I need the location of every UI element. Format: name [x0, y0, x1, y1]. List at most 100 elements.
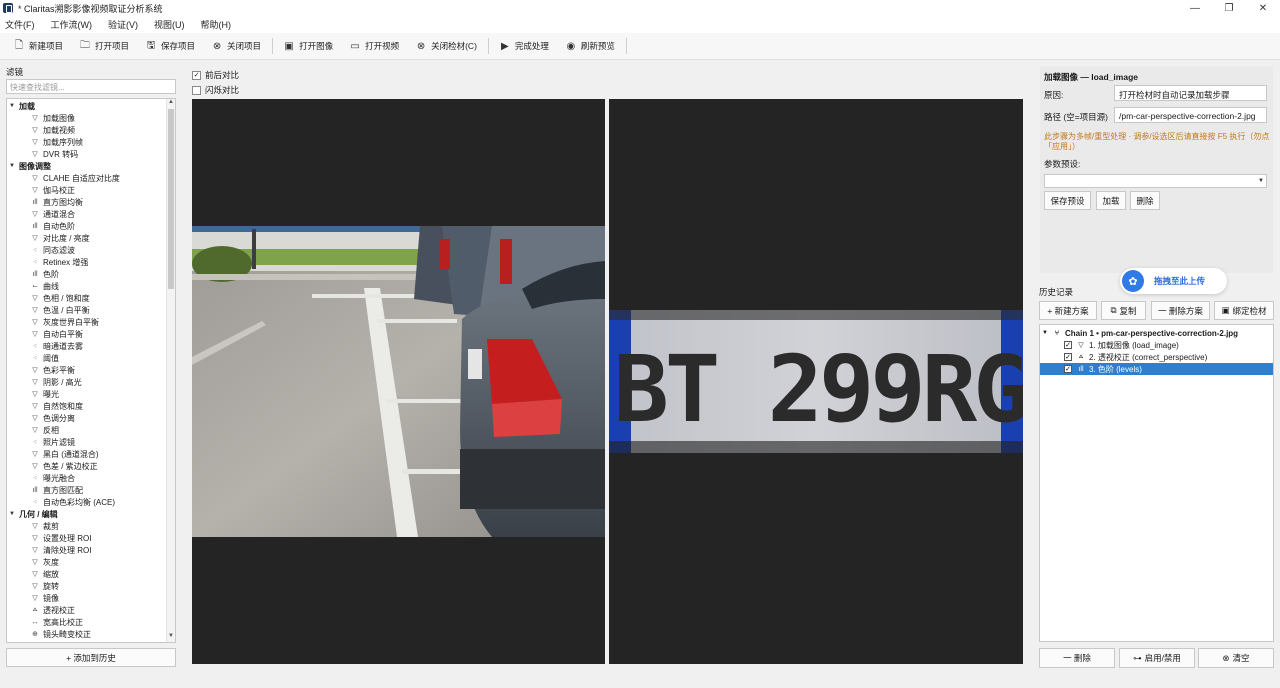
flash-compare-checkbox[interactable]: 闪烁对比	[192, 84, 239, 96]
filter-item[interactable]: ▽ 加载图像	[29, 112, 75, 124]
chevron-down-icon[interactable]: ▼	[1256, 175, 1266, 187]
filter-item[interactable]: ⌙ 曲线	[29, 280, 59, 292]
load-preset-button[interactable]: 加载	[1096, 191, 1126, 210]
expand-arrow-icon[interactable]: ▼	[1042, 330, 1052, 336]
open-video-button[interactable]: ▭ 打开视频	[344, 36, 404, 56]
filter-item[interactable]: ▽ 镜像	[29, 592, 59, 604]
expand-arrow-icon[interactable]: ▼	[9, 163, 19, 169]
history-step-row[interactable]: ✓ ▽ 1. 加载图像 (load_image)	[1040, 339, 1273, 351]
expand-arrow-icon[interactable]: ▼	[9, 511, 19, 517]
filter-item[interactable]: ▽ 曝光	[29, 388, 59, 400]
upload-drop-target[interactable]: ✿ 拖拽至此上传	[1120, 268, 1227, 294]
refresh-preview-button[interactable]: ◉ 刷新预览	[560, 36, 620, 56]
filter-item[interactable]: ▽ 自然饱和度	[29, 400, 83, 412]
open-image-button[interactable]: ▣ 打开图像	[278, 36, 338, 56]
filter-item[interactable]: ⁖ 同态滤波	[29, 244, 75, 256]
close-material-button[interactable]: ⊗ 关闭检材(C)	[410, 36, 482, 56]
filter-category[interactable]: ▼ 几何 / 编辑	[9, 508, 58, 520]
checkbox-checked-icon[interactable]: ✓	[1064, 365, 1072, 373]
filter-item[interactable]: ▽ 加载视频	[29, 124, 75, 136]
menu-workflow[interactable]: 工作流(W)	[51, 18, 93, 31]
checkbox-checked-icon[interactable]: ✓	[1064, 353, 1072, 361]
filter-item[interactable]: ▽ 反相	[29, 424, 59, 436]
save-project-button[interactable]: 🖫 保存项目	[140, 36, 200, 56]
filter-item[interactable]: ↔ 宽高比校正	[29, 616, 84, 628]
filter-item[interactable]: ▽ 对比度 / 亮度	[29, 232, 89, 244]
save-preset-button[interactable]: 保存预设	[1044, 191, 1091, 210]
history-step-row[interactable]: ✓ ⩟ 2. 透视校正 (correct_perspective)	[1040, 351, 1273, 363]
filter-item[interactable]: ▽ 色调分离	[29, 412, 75, 424]
new-project-button[interactable]: 🗋 新建项目	[8, 36, 68, 56]
preset-select[interactable]: ▼	[1044, 174, 1267, 188]
filter-item[interactable]: ▽ 灰度	[29, 556, 59, 568]
filter-item[interactable]: ⊕鱼眼校正	[29, 640, 75, 643]
history-step-row-selected[interactable]: ✓ ıll 3. 色阶 (levels)	[1040, 363, 1273, 375]
filter-item[interactable]: ⩟ 透视校正	[29, 604, 75, 616]
menu-verify[interactable]: 验证(V)	[108, 18, 138, 31]
expand-arrow-icon[interactable]: ▼	[9, 103, 19, 109]
filter-item[interactable]: ▽ 旋转	[29, 580, 59, 592]
before-image-viewer[interactable]	[192, 99, 605, 664]
filter-item[interactable]: ⁖ 阈值	[29, 352, 59, 364]
filter-item[interactable]: ▽ 色差 / 紫边校正	[29, 460, 97, 472]
filter-category[interactable]: ▼ 加载	[9, 100, 35, 112]
after-image-viewer[interactable]: BT 299RG	[609, 99, 1023, 664]
delete-preset-button[interactable]: 删除	[1130, 191, 1160, 210]
filter-item[interactable]: ⁖ 曝光融合	[29, 472, 75, 484]
close-window-button[interactable]: ✕	[1246, 0, 1280, 16]
filter-item[interactable]: ⁖ Retinex 增强	[29, 256, 88, 268]
checkbox-unchecked-icon[interactable]	[192, 85, 201, 95]
filter-item[interactable]: ▽ 色相 / 饱和度	[29, 292, 89, 304]
scrollbar-thumb[interactable]	[168, 109, 174, 289]
filter-item[interactable]: ▽ 阴影 / 高光	[29, 376, 81, 388]
compare-checkbox[interactable]: ✓ 前后对比	[192, 69, 239, 81]
checkbox-checked-icon[interactable]: ✓	[1064, 341, 1072, 349]
filter-item[interactable]: ▽ 色温 / 白平衡	[29, 304, 89, 316]
filter-tree-scrollbar[interactable]: ▲ ▼	[166, 99, 175, 642]
menu-view[interactable]: 视图(U)	[154, 18, 185, 31]
toggle-step-button[interactable]: ⊶ 启用/禁用	[1119, 648, 1195, 668]
copy-button[interactable]: ⧉ 复制	[1101, 301, 1146, 320]
filter-item[interactable]: ıll 自动色阶	[29, 220, 75, 232]
clear-history-button[interactable]: ⊗ 清空	[1198, 648, 1274, 668]
delete-step-button[interactable]: 一 删除	[1039, 648, 1115, 668]
filter-item[interactable]: ⁖ 暗通道去雾	[29, 340, 83, 352]
close-project-button[interactable]: ⊗ 关闭项目	[206, 36, 266, 56]
filter-item[interactable]: ⁖ 自动色彩均衡 (ACE)	[29, 496, 115, 508]
filter-item[interactable]: ▽ 清除处理 ROI	[29, 544, 91, 556]
chain-row[interactable]: ▼ ⑂ Chain 1 • pm-car-perspective-correct…	[1040, 327, 1273, 339]
filter-item[interactable]: ▽ CLAHE 自适应对比度	[29, 172, 120, 184]
filter-item[interactable]: ⊕ 镜头畸变校正	[29, 628, 91, 640]
filter-item[interactable]: ⁖ 照片滤镜	[29, 436, 75, 448]
filter-item[interactable]: ▽ DVR 转码	[29, 148, 78, 160]
add-to-history-button[interactable]: + 添加到历史	[6, 648, 176, 667]
path-input[interactable]: /pm-car-perspective-correction-2.jpg	[1114, 107, 1267, 123]
filter-item[interactable]: ıll 直方图均衡	[29, 196, 83, 208]
filter-item[interactable]: ▽ 伽马校正	[29, 184, 75, 196]
menu-file[interactable]: 文件(F)	[5, 18, 35, 31]
filter-item[interactable]: ▽ 加载序列帧	[29, 136, 83, 148]
filter-item[interactable]: ıll 色阶	[29, 268, 59, 280]
open-project-button[interactable]: 🗀 打开项目	[74, 36, 134, 56]
new-scheme-button[interactable]: + 新建方案	[1039, 301, 1097, 320]
filter-item[interactable]: ıll 直方图匹配	[29, 484, 83, 496]
filter-search-input[interactable]: 快速查找滤镜...	[6, 79, 176, 94]
filter-category[interactable]: ▼ 图像调整	[9, 160, 51, 172]
minimize-button[interactable]: —	[1178, 0, 1212, 16]
filter-item[interactable]: ▽ 设置处理 ROI	[29, 532, 91, 544]
maximize-button[interactable]: ❐	[1212, 0, 1246, 16]
scroll-up-icon[interactable]: ▲	[167, 99, 175, 108]
filter-item[interactable]: ▽ 裁剪	[29, 520, 59, 532]
filter-item[interactable]: ▽ 通道混合	[29, 208, 75, 220]
scroll-down-icon[interactable]: ▼	[167, 633, 175, 642]
checkbox-checked-icon[interactable]: ✓	[192, 70, 201, 80]
bind-material-button[interactable]: ▣ 绑定检材	[1214, 301, 1274, 320]
delete-scheme-button[interactable]: 一 删除方案	[1151, 301, 1210, 320]
filter-item[interactable]: ▽ 缩放	[29, 568, 59, 580]
filter-item[interactable]: ▽ 自动白平衡	[29, 328, 83, 340]
filter-item[interactable]: ▽ 黑白 (通道混合)	[29, 448, 98, 460]
reason-input[interactable]: 打开检材时自动记录加载步骤	[1114, 85, 1267, 101]
filter-item[interactable]: ▽ 色彩平衡	[29, 364, 75, 376]
finish-processing-button[interactable]: ▶ 完成处理	[494, 36, 554, 56]
filter-item[interactable]: ▽ 灰度世界白平衡	[29, 316, 99, 328]
